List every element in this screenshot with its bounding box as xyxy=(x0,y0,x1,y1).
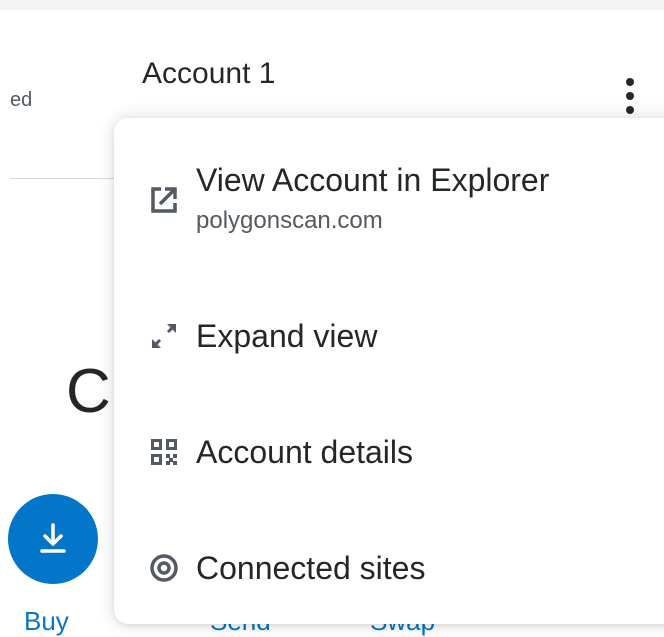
menu-item-expand-view[interactable]: Expand view xyxy=(114,316,664,356)
top-strip xyxy=(0,0,664,10)
buy-label[interactable]: Buy xyxy=(24,605,69,637)
expand-icon xyxy=(144,316,184,356)
header-divider xyxy=(10,178,120,179)
kebab-dot-icon xyxy=(626,106,634,114)
buy-button[interactable] xyxy=(8,494,98,584)
kebab-dot-icon xyxy=(626,92,634,100)
menu-item-connected-sites[interactable]: Connected sites xyxy=(114,548,664,588)
connected-sites-icon xyxy=(144,548,184,588)
menu-item-account-details[interactable]: Account details xyxy=(114,432,664,472)
menu-item-label: Account details xyxy=(196,434,414,470)
account-options-button[interactable] xyxy=(618,78,642,122)
menu-item-sublabel: polygonscan.com xyxy=(196,207,383,234)
qr-code-icon xyxy=(144,432,184,472)
menu-item-label: Connected sites xyxy=(196,550,426,586)
kebab-dot-icon xyxy=(626,78,634,86)
account-options-menu: View Account in Explorer polygonscan.com… xyxy=(114,118,664,624)
balance-value: C xyxy=(66,357,111,426)
menu-item-label: View Account in Explorer xyxy=(196,162,550,198)
connected-status[interactable]: ed xyxy=(10,86,32,114)
download-arrow-icon xyxy=(40,523,66,553)
account-name[interactable]: Account 1 xyxy=(142,54,275,94)
menu-item-view-in-explorer[interactable]: View Account in Explorer polygonscan.com xyxy=(114,160,664,236)
external-link-icon xyxy=(144,180,184,220)
wallet-popup: ed Account 1 C Buy Send Swap View A xyxy=(0,0,664,637)
menu-item-label: Expand view xyxy=(196,318,378,354)
